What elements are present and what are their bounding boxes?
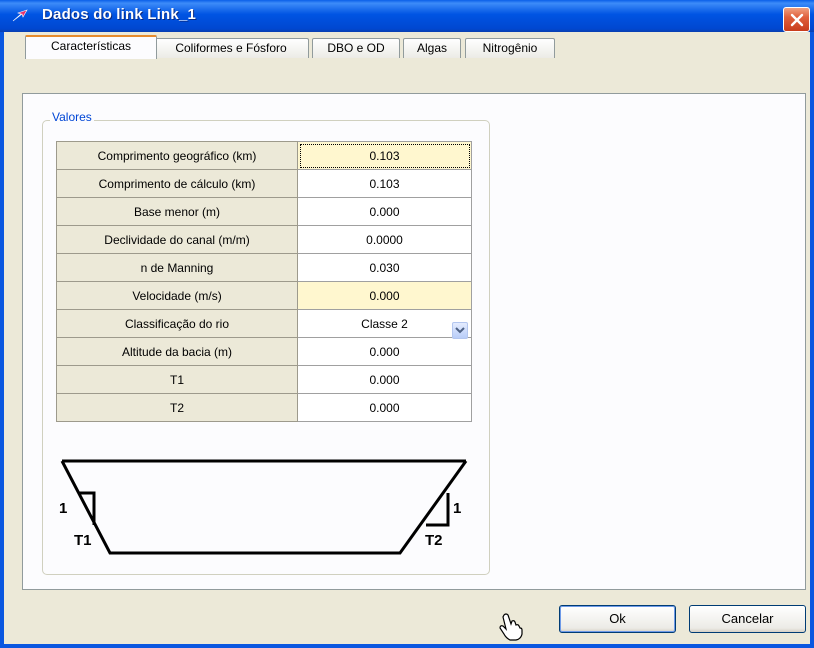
- left-t-label: T1: [74, 532, 92, 549]
- chevron-down-icon: [455, 326, 465, 333]
- row-label: T1: [56, 365, 298, 394]
- tab-algas[interactable]: Algas: [403, 38, 461, 58]
- grid-row: T1 0.000: [56, 365, 472, 394]
- grid-row: Comprimento de cálculo (km) 0.103: [56, 169, 472, 198]
- grid-row: Comprimento geográfico (km) 0.103: [56, 141, 472, 170]
- grid-row: Declividade do canal (m/m) 0.0000: [56, 225, 472, 254]
- row-label: Velocidade (m/s): [56, 281, 298, 310]
- t1-cell[interactable]: 0.000: [297, 365, 472, 394]
- right-slope-label: 1: [453, 500, 461, 517]
- altitude-cell[interactable]: 0.000: [297, 337, 472, 366]
- row-label: T2: [56, 393, 298, 422]
- comprimento-geografico-cell[interactable]: 0.103: [297, 141, 472, 170]
- channel-outline: [60, 460, 468, 555]
- row-label: Base menor (m): [56, 197, 298, 226]
- grid-row: Velocidade (m/s) 0.000: [56, 281, 472, 310]
- base-menor-cell[interactable]: 0.000: [297, 197, 472, 226]
- close-icon: [790, 13, 804, 27]
- hand-cursor-icon: [499, 613, 523, 641]
- grid-row: Altitude da bacia (m) 0.000: [56, 337, 472, 366]
- grid-row: Classificação do rio Classe 2: [56, 309, 472, 339]
- classificacao-value: Classe 2: [361, 316, 408, 331]
- tab-caracteristicas[interactable]: Características: [25, 35, 157, 59]
- classificacao-wrap: Classe 2: [298, 316, 471, 339]
- manning-cell[interactable]: 0.030: [297, 253, 472, 282]
- grid-row: Base menor (m) 0.000: [56, 197, 472, 226]
- row-label: Comprimento de cálculo (km): [56, 169, 298, 198]
- row-label: Declividade do canal (m/m): [56, 225, 298, 254]
- window-title: Dados do link Link_1: [42, 6, 197, 23]
- close-button[interactable]: [783, 7, 810, 32]
- properties-grid: Comprimento geográfico (km) 0.103 Compri…: [56, 141, 472, 422]
- tab-nitrogenio[interactable]: Nitrogênio: [465, 38, 555, 58]
- dropdown-button[interactable]: [452, 321, 468, 339]
- cancel-button[interactable]: Cancelar: [689, 605, 806, 633]
- grid-row: T2 0.000: [56, 393, 472, 422]
- grid-row: n de Manning 0.030: [56, 253, 472, 282]
- tab-coliformes-fosforo[interactable]: Coliformes e Fósforo: [153, 38, 309, 58]
- tab-dbo-od[interactable]: DBO e OD: [312, 38, 400, 58]
- row-label: Altitude da bacia (m): [56, 337, 298, 366]
- ok-button[interactable]: Ok: [559, 605, 676, 633]
- channel-section-diagram: 1 T1 1 T2: [59, 459, 468, 555]
- velocidade-cell[interactable]: 0.000: [297, 281, 472, 310]
- t2-cell[interactable]: 0.000: [297, 393, 472, 422]
- row-label: n de Manning: [56, 253, 298, 282]
- row-label: Comprimento geográfico (km): [56, 141, 298, 170]
- left-slope-label: 1: [59, 500, 67, 517]
- right-slope-triangle: [426, 493, 450, 527]
- title-bar[interactable]: Dados do link Link_1: [0, 0, 814, 32]
- app-icon: [12, 9, 28, 22]
- declividade-cell[interactable]: 0.0000: [297, 225, 472, 254]
- classificacao-dropdown[interactable]: Classe 2: [297, 309, 472, 339]
- right-t-label: T2: [425, 532, 443, 549]
- values-group-label: Valores: [50, 110, 94, 124]
- row-label: Classificação do rio: [56, 309, 298, 338]
- comprimento-calculo-cell[interactable]: 0.103: [297, 169, 472, 198]
